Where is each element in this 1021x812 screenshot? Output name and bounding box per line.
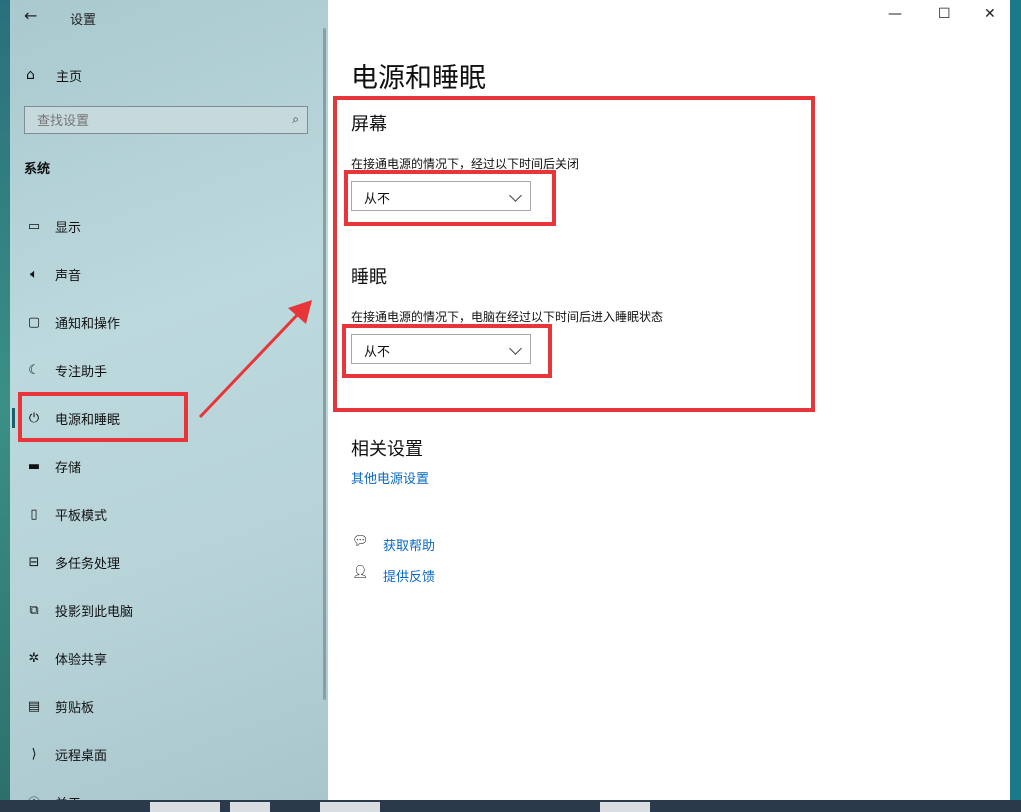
moon-icon: ☾ (28, 362, 40, 378)
sidebar-item-storage[interactable]: ▬ 存储 (10, 442, 328, 490)
sidebar-item-label: 体验共享 (55, 652, 108, 668)
clipboard-icon: ▤ (27, 698, 41, 714)
taskbar-app[interactable] (600, 802, 650, 812)
taskbar (0, 800, 1021, 812)
feedback-link[interactable]: 提供反馈 (383, 566, 435, 585)
sidebar-item-focus-assist[interactable]: ☾ 专注助手 (10, 346, 328, 394)
highlight-box-screen-dropdown (344, 170, 556, 226)
remote-icon: ⟩ (31, 746, 37, 762)
other-power-settings-link[interactable]: 其他电源设置 (351, 468, 429, 487)
minimize-button[interactable]: — (888, 6, 902, 22)
home-icon: ⌂ (26, 67, 35, 83)
sidebar-item-label: 多任务处理 (55, 556, 121, 572)
sidebar-item-label: 声音 (55, 268, 82, 284)
page-title: 电源和睡眠 (351, 63, 486, 94)
sidebar-item-label: 平板模式 (55, 508, 108, 524)
share-icon: ✲ (28, 650, 40, 666)
sidebar-item-label: 剪贴板 (55, 700, 95, 716)
search-input[interactable] (35, 111, 279, 131)
sidebar-item-display[interactable]: ▭ 显示 (10, 202, 328, 250)
feedback-icon: 👤︎ (352, 565, 369, 580)
sidebar-section-title: 系统 (24, 162, 51, 177)
storage-icon: ▬ (27, 458, 41, 474)
sidebar-item-label: 关于 (55, 793, 81, 801)
display-icon: ▭ (27, 218, 41, 234)
sidebar-item-label: 投影到此电脑 (55, 604, 134, 620)
sidebar-nav: ▭ 显示 🔈︎ 声音 ▢ 通知和操作 ☾ 专注助手 ⏻ 电源和睡眠 ▬ 存储 ▯… (10, 202, 328, 800)
highlight-box-power-nav (18, 392, 188, 442)
help-chat-icon: 💬︎ (352, 534, 369, 549)
sidebar-item-shared-experiences[interactable]: ✲ 体验共享 (10, 634, 328, 682)
notification-icon: ▢ (27, 314, 41, 330)
search-icon[interactable]: ⌕ (292, 112, 299, 127)
multitask-icon: ⊟ (28, 554, 40, 570)
sidebar-home-label: 主页 (56, 69, 83, 85)
tablet-icon: ▯ (30, 506, 38, 522)
sidebar-item-remote-desktop[interactable]: ⟩ 远程桌面 (10, 730, 328, 778)
settings-window: ← 设置 ⌂ 主页 ⌕ 系统 ▭ 显示 🔈︎ 声音 ▢ 通知和操作 (10, 0, 1010, 800)
info-icon: ⓘ (24, 793, 44, 801)
sidebar-item-tablet-mode[interactable]: ▯ 平板模式 (10, 490, 328, 538)
highlight-box-sleep-dropdown (342, 324, 552, 378)
sidebar-item-label: 通知和操作 (55, 316, 121, 332)
taskbar-app[interactable] (230, 802, 270, 812)
sidebar: ← 设置 ⌂ 主页 ⌕ 系统 ▭ 显示 🔈︎ 声音 ▢ 通知和操作 (10, 0, 328, 800)
sidebar-item-sound[interactable]: 🔈︎ 声音 (10, 250, 328, 298)
sidebar-item-label: 远程桌面 (55, 748, 108, 764)
sidebar-item-notifications[interactable]: ▢ 通知和操作 (10, 298, 328, 346)
sidebar-home[interactable]: ⌂ 主页 (26, 64, 82, 86)
close-button[interactable]: ✕ (984, 6, 996, 22)
back-arrow-icon[interactable]: ← (24, 6, 37, 25)
sidebar-item-label: 显示 (55, 220, 82, 236)
desktop-background (0, 0, 10, 812)
related-settings-heading: 相关设置 (351, 439, 423, 460)
taskbar-app[interactable] (150, 802, 220, 812)
maximize-button[interactable]: ☐ (938, 6, 951, 22)
sidebar-scrollbar[interactable] (323, 28, 326, 700)
sidebar-item-label: 存储 (55, 460, 82, 476)
get-help-link[interactable]: 获取帮助 (383, 535, 435, 554)
speaker-icon: 🔈︎ (30, 266, 38, 282)
sidebar-item-label: 专注助手 (55, 364, 108, 380)
sidebar-item-clipboard[interactable]: ▤ 剪贴板 (10, 682, 328, 730)
taskbar-app[interactable] (320, 802, 380, 812)
search-box[interactable]: ⌕ (24, 106, 308, 134)
project-icon: ⧉ (29, 602, 39, 618)
sidebar-item-about[interactable]: ⓘ 关于 (10, 778, 328, 801)
sidebar-item-projecting[interactable]: ⧉ 投影到此电脑 (10, 586, 328, 634)
title-bar: ← 设置 (10, 0, 328, 34)
app-title: 设置 (70, 13, 97, 28)
sidebar-item-multitasking[interactable]: ⊟ 多任务处理 (10, 538, 328, 586)
content-pane: — ☐ ✕ 电源和睡眠 屏幕 在接通电源的情况下，经过以下时间后关闭 从不 睡眠… (328, 0, 1010, 800)
